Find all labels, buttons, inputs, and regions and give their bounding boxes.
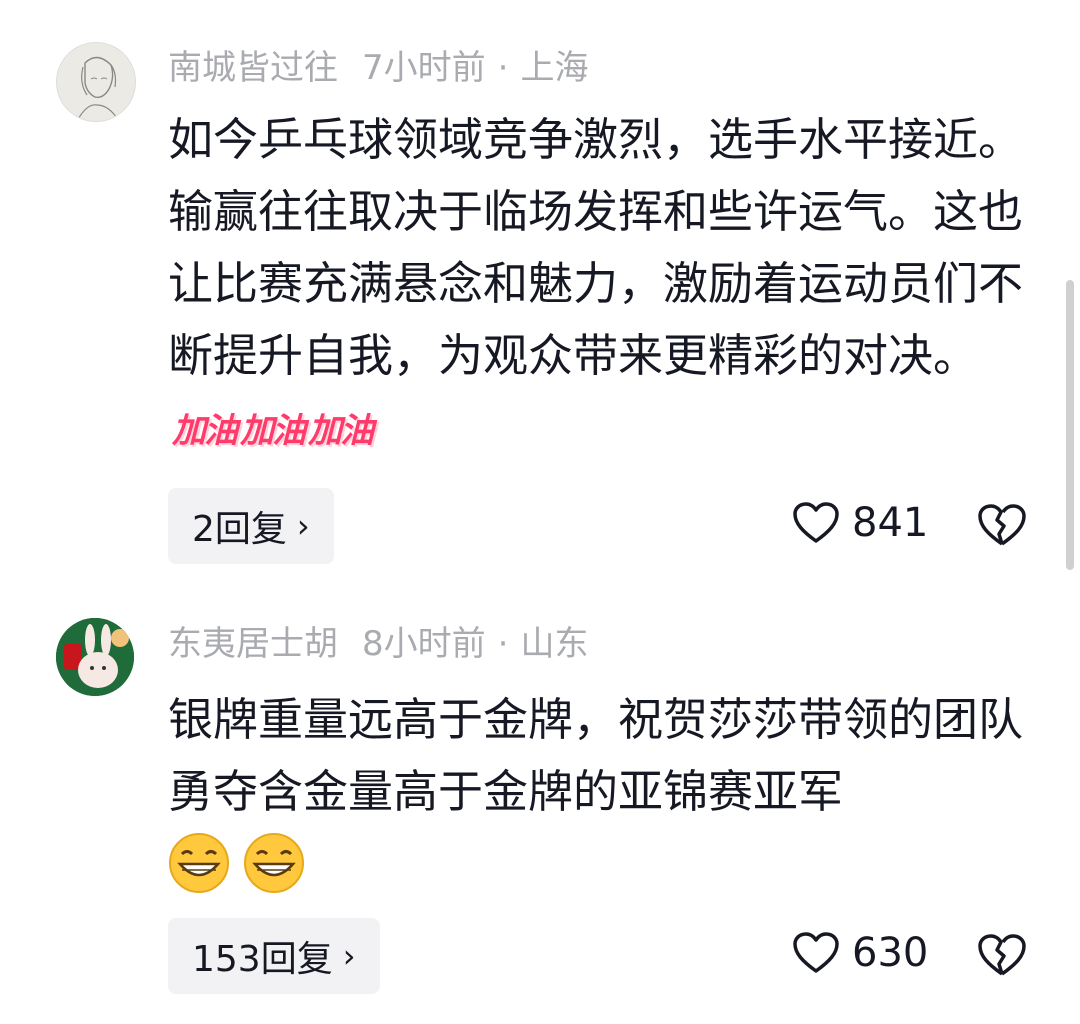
bunny-avatar-icon [56, 618, 134, 696]
reply-count: 153回复 [192, 939, 333, 980]
location: 上海 [520, 48, 589, 88]
avatar[interactable] [56, 42, 136, 122]
username[interactable]: 东夷居士胡 [168, 624, 338, 664]
username[interactable]: 南城皆过往 [168, 48, 338, 88]
comment-meta: 东夷居士胡 8小时前 · 山东 [168, 622, 588, 666]
sketch-portrait-icon [57, 43, 135, 121]
avatar[interactable] [56, 618, 134, 696]
broken-heart-icon [978, 504, 1026, 546]
timestamp: 8小时前 [362, 624, 486, 664]
like-count: 841 [852, 500, 929, 546]
separator: · [497, 624, 509, 664]
dislike-button[interactable] [976, 932, 1028, 982]
grin-emoji-icon [168, 832, 230, 898]
timestamp: 7小时前 [362, 48, 486, 88]
like-button[interactable]: 630 [792, 930, 928, 976]
like-count: 630 [852, 930, 929, 976]
location: 山东 [520, 624, 589, 664]
view-replies-button[interactable]: 2回复 › [168, 488, 334, 564]
comment-text: 银牌重量远高于金牌，祝贺莎莎带领的团队勇夺含金量高于金牌的亚锦赛亚军 [168, 684, 1038, 828]
separator: · [497, 48, 509, 88]
chevron-right-icon: › [342, 937, 356, 975]
dislike-button[interactable] [976, 502, 1028, 552]
sticker-jiayou: 加油 [240, 411, 306, 451]
comment-body: 银牌重量远高于金牌，祝贺莎莎带领的团队勇夺含金量高于金牌的亚锦赛亚军 [168, 693, 1024, 818]
view-replies-button[interactable]: 153回复 › [168, 918, 380, 994]
like-button[interactable]: 841 [792, 500, 928, 546]
reply-count: 2回复 [192, 509, 287, 550]
emoji-row [168, 832, 313, 898]
comment-body: 如今乒乓球领域竞争激烈，选手水平接近。输赢往往取决于临场发挥和些许运气。这也让比… [168, 113, 1024, 382]
sticker-jiayou: 加油 [308, 411, 374, 451]
scrollbar[interactable] [1066, 280, 1074, 570]
heart-icon [793, 502, 839, 543]
chevron-right-icon: › [296, 507, 310, 545]
comment-meta: 南城皆过往 7小时前 · 上海 [168, 46, 588, 90]
grin-emoji-icon [243, 832, 305, 898]
broken-heart-icon [978, 934, 1026, 976]
heart-icon [793, 932, 839, 973]
comment-text: 如今乒乓球领域竞争激烈，选手水平接近。输赢往往取决于临场发挥和些许运气。这也让比… [168, 104, 1038, 467]
sticker-jiayou: 加油 [172, 411, 238, 451]
